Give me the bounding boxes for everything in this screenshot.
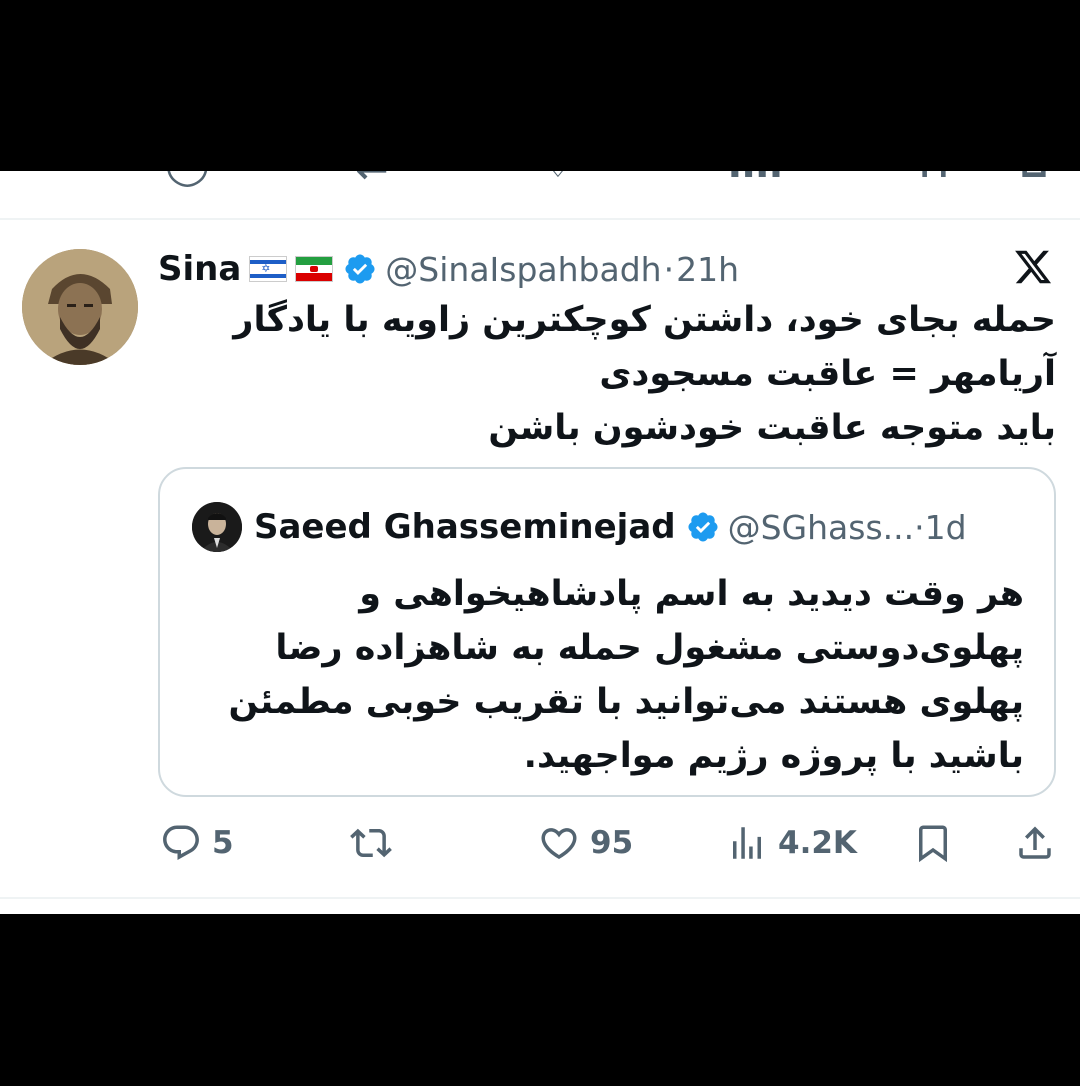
share-button[interactable] [1014,819,1056,867]
israel-flag-icon: ✡ [249,256,288,282]
quoted-tweet-time[interactable]: 1d [925,508,967,547]
previous-tweet-actions: ◯ ⇄ ♡ ıılı ⊓ ⊔ [0,171,1080,187]
divider [0,218,1080,220]
tweet-text: حمله بجای خود، داشتن کوچکترین زاویه با ی… [196,293,1056,455]
like-button[interactable]: 95 [538,819,633,867]
tweet-text-line: باید متوجه عاقبت خودشون باشن [488,408,1056,448]
quoted-author-name[interactable]: Saeed Ghasseminejad [254,507,676,547]
author-avatar[interactable] [22,249,138,365]
iran-flag-icon [295,256,334,282]
tweet-time[interactable]: 21h [676,250,739,289]
reply-button[interactable]: 5 [160,819,234,867]
views-count: 4.2K [778,825,857,861]
share-icon [1014,822,1056,864]
quoted-tweet-text: هر وقت دیدید به اسم پادشاهیخواهی و پهلوی… [184,567,1024,783]
separator-dot: · [914,507,925,547]
tweet-header: Sina ✡ @SinaIspahbadh · 21h [158,245,739,293]
tweet-card[interactable]: ◯ ⇄ ♡ ıılı ⊓ ⊔ Sina ✡ @SinaIspahbadh · 2… [0,171,1080,914]
verified-badge-icon[interactable] [686,510,720,544]
tweet-actions: 5 95 4.2K [0,819,1080,867]
bookmark-icon[interactable]: ⊓ [918,171,950,187]
retweet-icon[interactable]: ⇄ [355,171,389,187]
bookmark-button[interactable] [912,819,954,867]
quoted-author-handle[interactable]: @SGhass... [728,508,915,547]
separator-dot: · [663,249,675,289]
reply-count: 5 [212,825,234,861]
like-icon[interactable]: ♡ [540,171,576,187]
reply-icon[interactable]: ◯ [165,171,210,187]
top-black-band [0,0,1080,171]
bookmark-icon [912,822,954,864]
like-count: 95 [590,825,634,861]
quoted-text-line: پهلوی هستند می‌توانید با تقریب خوبی مطمئ… [228,682,1024,722]
tweet-text-line: حمله بجای خود، داشتن کوچکترین زاویه با ی… [233,300,1056,340]
verified-badge-icon[interactable] [343,252,377,286]
share-icon[interactable]: ⊔ [1018,171,1050,187]
retweet-button[interactable] [350,819,402,867]
views-icon [726,822,768,864]
quoted-text-line: پهلوی‌دوستی مشغول حمله به شاهزاده رضا [275,628,1024,668]
divider [0,897,1080,899]
quoted-tweet-header: Saeed Ghasseminejad @SGhass... · 1d [192,502,967,552]
x-logo-icon [1012,247,1054,287]
reply-icon [160,822,202,864]
views-icon[interactable]: ıılı [728,171,783,187]
quoted-author-avatar[interactable] [192,502,242,552]
bottom-black-band [0,914,1080,1086]
like-icon [538,822,580,864]
author-name[interactable]: Sina [158,249,241,289]
views-button[interactable]: 4.2K [726,819,857,867]
author-handle[interactable]: @SinaIspahbadh [385,250,661,289]
tweet-text-line: آریامهر = عاقبت مسجودی [599,354,1056,394]
retweet-icon [350,822,392,864]
quoted-tweet[interactable]: Saeed Ghasseminejad @SGhass... · 1d هر و… [158,467,1056,797]
quoted-text-line: هر وقت دیدید به اسم پادشاهیخواهی و [359,574,1024,614]
quoted-text-line: باشید با پروژه رژیم مواجهید. [523,736,1024,776]
